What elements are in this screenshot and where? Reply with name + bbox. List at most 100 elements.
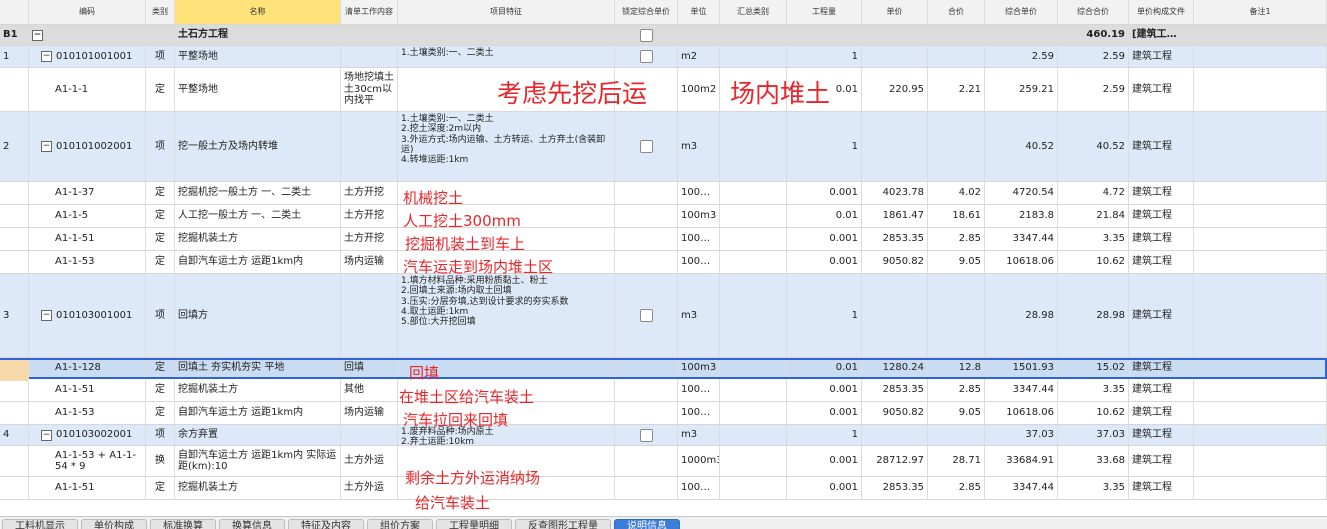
- row-code[interactable]: A1-1-53: [29, 251, 146, 273]
- row-lock-cell[interactable]: [615, 46, 678, 67]
- row-quantity[interactable]: 0.001: [787, 228, 862, 250]
- row-code[interactable]: A1-1-37: [29, 182, 146, 204]
- header-col-7[interactable]: 汇总类别: [720, 0, 787, 24]
- row-lock-cell[interactable]: [615, 228, 678, 250]
- row-lock-cell[interactable]: [615, 379, 678, 401]
- row-name[interactable]: 平整场地: [175, 46, 341, 67]
- header-col-4[interactable]: 项目特征: [398, 0, 615, 24]
- row-name[interactable]: 回填土 夯实机夯实 平地: [175, 358, 341, 378]
- row-code[interactable]: A1-1-53: [29, 402, 146, 424]
- tab-4[interactable]: 特征及内容: [288, 519, 364, 529]
- header-col-0[interactable]: 编码: [29, 0, 146, 24]
- collapse-icon[interactable]: −: [32, 29, 43, 41]
- row-work-content[interactable]: 土方开挖: [341, 182, 398, 204]
- row-work-content[interactable]: 场内运输: [341, 251, 398, 273]
- bill-item-row[interactable]: 4−010103002001 项余方弃置 1.废弃料品种:场内原土 2.弃土运距:1…: [0, 425, 1327, 446]
- quota-row[interactable]: A1-1-53 定自卸汽车运土方 运距1km内 场内运输 100… 0.001 9050.…: [0, 402, 1327, 425]
- quota-row[interactable]: A1-1-51 定挖掘机装土方 其他 100… 0.001 2853.35 2.85 3347…: [0, 379, 1327, 402]
- row-code[interactable]: −010101001001: [29, 46, 146, 67]
- tab-2[interactable]: 标准换算: [150, 519, 216, 529]
- header-col-9[interactable]: 单价: [862, 0, 928, 24]
- row-feature[interactable]: 1.土壤类别:一、二类土 2.挖土深度:2m以内 3.外运方式:场内运输、土方转…: [398, 112, 615, 181]
- collapse-icon[interactable]: −: [41, 51, 52, 62]
- tab-0[interactable]: 工料机显示: [2, 519, 78, 529]
- quota-row[interactable]: A1-1-128 定回填土 夯实机夯实 平地 回填 100m3 0.01 1280.24 1…: [0, 358, 1327, 379]
- row-quantity[interactable]: 0.01: [787, 205, 862, 227]
- collapse-icon[interactable]: −: [41, 141, 52, 152]
- row-name[interactable]: 人工挖一般土方 一、二类土: [175, 205, 341, 227]
- tab-6[interactable]: 工程量明细: [436, 519, 512, 529]
- header-col-5[interactable]: 锁定综合单价: [615, 0, 678, 24]
- row-code[interactable]: A1-1-128: [29, 358, 146, 378]
- row-work-content[interactable]: 其他: [341, 379, 398, 401]
- row-work-content[interactable]: 场地挖填土土30cm以内找平: [341, 68, 398, 111]
- row-work-content[interactable]: [341, 46, 398, 67]
- row-name[interactable]: 回填方: [175, 274, 341, 357]
- lock-price-checkbox[interactable]: [639, 28, 653, 42]
- row-name[interactable]: 自卸汽车运土方 运距1km内: [175, 402, 341, 424]
- lock-price-checkbox[interactable]: [639, 50, 653, 63]
- bill-item-row[interactable]: 3−010103001001 项回填方 1.填方材料品种:采用粉质黏土、粉土 2.回…: [0, 274, 1327, 358]
- row-work-content[interactable]: 土方外运: [341, 446, 398, 476]
- row-name[interactable]: 挖掘机装土方: [175, 379, 341, 401]
- header-col-13[interactable]: 单价构成文件: [1129, 0, 1194, 24]
- row-name[interactable]: 挖掘机装土方: [175, 477, 341, 499]
- tab-3[interactable]: 换算信息: [219, 519, 285, 529]
- header-col-1[interactable]: 类别: [146, 0, 175, 24]
- row-lock-cell[interactable]: [615, 358, 678, 378]
- grid-header-row[interactable]: 编码 类别 名称 清单工作内容 项目特征 锁定综合单价 单位 汇总类别 工程量 单价 合价 综合单价综…: [0, 0, 1327, 25]
- header-col-12[interactable]: 综合合价: [1058, 0, 1129, 24]
- group-lock-cell[interactable]: [615, 25, 678, 45]
- row-code[interactable]: A1-1-51: [29, 228, 146, 250]
- row-work-content[interactable]: 土方开挖: [341, 228, 398, 250]
- row-lock-cell[interactable]: [615, 477, 678, 499]
- header-col-6[interactable]: 单位: [678, 0, 720, 24]
- tab-7[interactable]: 反查图形工程量: [515, 519, 611, 529]
- row-code[interactable]: A1-1-51: [29, 477, 146, 499]
- lock-price-checkbox[interactable]: [639, 140, 653, 153]
- row-name[interactable]: 余方弃置: [175, 425, 341, 445]
- row-feature[interactable]: 1.土壤类别:一、二类土: [398, 46, 615, 67]
- quota-row[interactable]: A1-1-37 定挖掘机挖一般土方 一、二类土 土方开挖 100… 0.001 4023.…: [0, 182, 1327, 205]
- row-quantity[interactable]: 1: [787, 425, 862, 445]
- quota-row[interactable]: A1-1-51 定挖掘机装土方 土方外运 100… 0.001 2853.35 2.85 33…: [0, 477, 1327, 500]
- bill-item-row[interactable]: 2−010101002001 项挖一般土方及场内转堆 1.土壤类别:一、二类土 2.…: [0, 112, 1327, 182]
- row-quantity[interactable]: 1: [787, 112, 862, 181]
- row-quantity[interactable]: 0.001: [787, 477, 862, 499]
- row-code[interactable]: A1-1-53 + A1-1-54 * 9: [29, 446, 146, 476]
- row-quantity[interactable]: 0.01: [787, 358, 862, 378]
- tab-1[interactable]: 单价构成: [81, 519, 147, 529]
- row-lock-cell[interactable]: [615, 425, 678, 445]
- collapse-icon[interactable]: −: [41, 310, 52, 321]
- header-col-11[interactable]: 综合单价: [985, 0, 1058, 24]
- quota-row[interactable]: A1-1-53 + A1-1-54 * 9 换自卸汽车运土方 运距1km内 实际运…: [0, 446, 1327, 477]
- row-work-content[interactable]: [341, 112, 398, 181]
- row-code[interactable]: −010103002001: [29, 425, 146, 445]
- row-code[interactable]: −010103001001: [29, 274, 146, 357]
- row-code[interactable]: A1-1-5: [29, 205, 146, 227]
- row-quantity[interactable]: 1: [787, 46, 862, 67]
- row-lock-cell[interactable]: [615, 446, 678, 476]
- row-name[interactable]: 挖一般土方及场内转堆: [175, 112, 341, 181]
- quota-row[interactable]: A1-1-53 定自卸汽车运土方 运距1km内 场内运输 100… 0.001 9050.…: [0, 251, 1327, 274]
- lock-price-checkbox[interactable]: [639, 309, 653, 322]
- row-work-content[interactable]: 土方开挖: [341, 205, 398, 227]
- row-lock-cell[interactable]: [615, 402, 678, 424]
- group-toggle[interactable]: −: [29, 25, 146, 45]
- row-name[interactable]: 自卸汽车运土方 运距1km内: [175, 251, 341, 273]
- row-lock-cell[interactable]: [615, 274, 678, 357]
- row-work-content[interactable]: [341, 274, 398, 357]
- header-col-2[interactable]: 名称: [175, 0, 341, 24]
- row-quantity[interactable]: 0.001: [787, 182, 862, 204]
- group-row[interactable]: B1− 土石方工程 460.19 [建筑工…: [0, 25, 1327, 46]
- row-work-content[interactable]: [341, 425, 398, 445]
- collapse-icon[interactable]: −: [41, 429, 52, 441]
- header-col-10[interactable]: 合价: [928, 0, 985, 24]
- quota-row[interactable]: A1-1-5 定人工挖一般土方 一、二类土 土方开挖 100m3 0.01 1861.47…: [0, 205, 1327, 228]
- row-work-content[interactable]: 回填: [341, 358, 398, 378]
- row-work-content[interactable]: 场内运输: [341, 402, 398, 424]
- row-name[interactable]: 挖掘机挖一般土方 一、二类土: [175, 182, 341, 204]
- quota-row[interactable]: A1-1-51 定挖掘机装土方 土方开挖 100… 0.001 2853.35 2.85 33…: [0, 228, 1327, 251]
- lock-price-checkbox[interactable]: [639, 428, 653, 442]
- row-lock-cell[interactable]: [615, 205, 678, 227]
